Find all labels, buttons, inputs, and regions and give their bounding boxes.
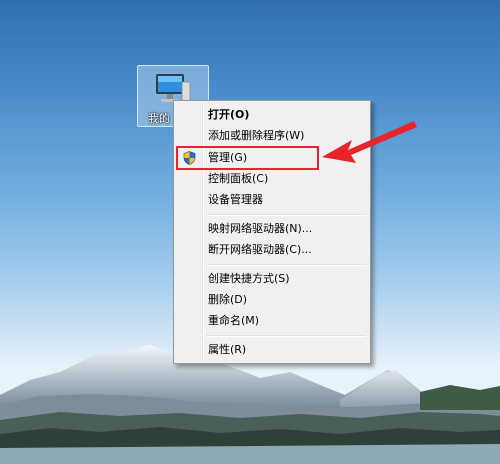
menu-item-label: 断开网络驱动器(C)... <box>208 243 312 256</box>
desktop: 我的 打开(O) 添加或删除程序(W) 管理(G) 控制面板(C) 设备管理器 … <box>0 0 500 464</box>
context-menu: 打开(O) 添加或删除程序(W) 管理(G) 控制面板(C) 设备管理器 映射网… <box>173 100 371 364</box>
menu-separator <box>206 335 366 337</box>
menu-item-label: 重命名(M) <box>208 314 260 327</box>
menu-item-label: 创建快捷方式(S) <box>208 272 290 285</box>
menu-item-add-remove-programs[interactable]: 添加或删除程序(W) <box>177 126 367 146</box>
highlight-box <box>176 146 319 170</box>
menu-item-label: 属性(R) <box>208 343 247 356</box>
menu-item-label: 控制面板(C) <box>208 172 269 185</box>
menu-item-control-panel[interactable]: 控制面板(C) <box>177 169 367 189</box>
menu-separator <box>206 264 366 266</box>
menu-item-open[interactable]: 打开(O) <box>177 105 367 125</box>
menu-item-rename[interactable]: 重命名(M) <box>177 311 367 331</box>
menu-item-properties[interactable]: 属性(R) <box>177 340 367 360</box>
menu-item-label: 添加或删除程序(W) <box>208 129 305 142</box>
menu-item-label: 打开(O) <box>208 108 250 121</box>
menu-separator <box>206 214 366 216</box>
menu-item-label: 删除(D) <box>208 293 248 306</box>
menu-item-disconnect-network-drive[interactable]: 断开网络驱动器(C)... <box>177 240 367 260</box>
menu-item-create-shortcut[interactable]: 创建快捷方式(S) <box>177 269 367 289</box>
menu-item-delete[interactable]: 删除(D) <box>177 290 367 310</box>
menu-item-label: 设备管理器 <box>208 193 263 206</box>
menu-item-label: 映射网络驱动器(N)... <box>208 222 313 235</box>
computer-icon-label: 我的 <box>148 112 170 125</box>
menu-item-map-network-drive[interactable]: 映射网络驱动器(N)... <box>177 219 367 239</box>
menu-item-device-manager[interactable]: 设备管理器 <box>177 190 367 210</box>
